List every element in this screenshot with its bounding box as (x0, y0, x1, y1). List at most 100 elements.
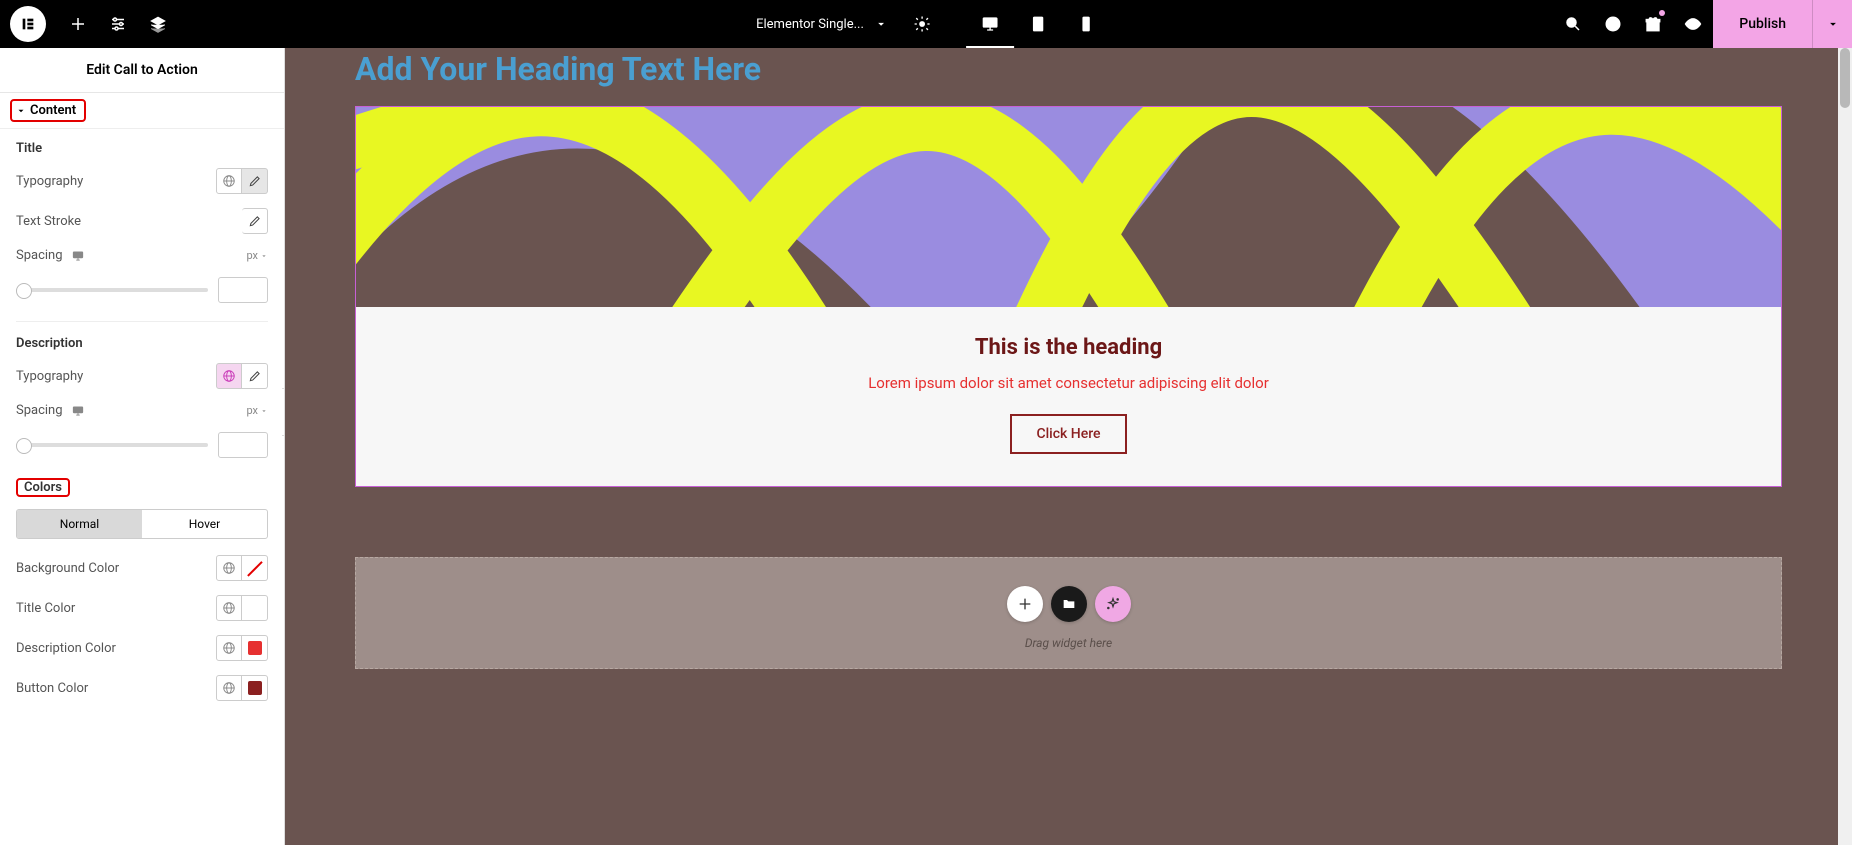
chevron-down-icon (260, 252, 268, 260)
no-color-swatch (248, 561, 262, 575)
title-spacing-input[interactable] (218, 277, 268, 303)
elementor-logo[interactable] (10, 6, 46, 42)
title-typography-row: Typography (16, 168, 268, 194)
desc-color-picker-button[interactable] (242, 635, 268, 661)
colors-state-tabs: Normal Hover (16, 509, 268, 539)
desc-spacing-input[interactable] (218, 432, 268, 458)
title-color-label: Title Color (16, 601, 75, 616)
bg-color-picker-button[interactable] (242, 555, 268, 581)
title-color-global-button[interactable] (216, 595, 242, 621)
title-spacing-slider[interactable] (16, 288, 208, 292)
gift-icon (1644, 15, 1662, 33)
typography-edit-button[interactable] (242, 168, 268, 194)
publish-button[interactable]: Publish (1713, 0, 1812, 48)
layers-icon (149, 15, 167, 33)
desc-spacing-unit-selector[interactable]: px (246, 404, 268, 417)
device-mobile-tab[interactable] (1062, 0, 1110, 48)
button-color-picker-button[interactable] (242, 675, 268, 701)
topbar-left (0, 0, 178, 48)
globe-icon (222, 561, 236, 575)
device-desktop-tab[interactable] (966, 0, 1014, 48)
panel-title: Edit Call to Action (0, 48, 284, 93)
button-color-global-button[interactable] (216, 675, 242, 701)
app-topbar: Elementor Single... (0, 0, 1852, 48)
document-title: Elementor Single... (756, 17, 864, 32)
title-group-label: Title (16, 141, 268, 156)
pencil-icon (248, 369, 262, 383)
add-widget-button[interactable] (1007, 586, 1043, 622)
desc-spacing-slider[interactable] (16, 443, 208, 447)
cta-abstract-image (356, 107, 1781, 307)
button-color-label: Button Color (16, 681, 88, 696)
title-spacing-slider-row (16, 277, 268, 303)
pencil-icon (248, 214, 262, 228)
desc-color-row: Description Color (16, 635, 268, 661)
device-tablet-tab[interactable] (1014, 0, 1062, 48)
cta-description: Lorem ipsum dolor sit amet consectetur a… (376, 374, 1761, 392)
desc-spacing-row: Spacing px (16, 403, 268, 418)
typography-global-button[interactable] (216, 168, 242, 194)
globe-icon (222, 601, 236, 615)
spacing-unit: px (246, 249, 258, 262)
add-template-button[interactable] (1051, 586, 1087, 622)
empty-container-dropzone[interactable]: Drag widget here (355, 557, 1782, 669)
document-title-dropdown[interactable]: Elementor Single... (742, 17, 902, 32)
title-color-swatch (248, 601, 262, 615)
preview-button[interactable] (1673, 0, 1713, 48)
title-color-picker-button[interactable] (242, 595, 268, 621)
description-group-label: Description (16, 336, 268, 351)
finder-button[interactable] (1553, 0, 1593, 48)
bg-color-label: Background Color (16, 561, 119, 576)
spacing-unit-selector[interactable]: px (246, 249, 268, 262)
colors-group-label: Colors (16, 478, 70, 497)
heading-widget[interactable]: Add Your Heading Text Here (355, 50, 1782, 88)
sliders-icon (109, 15, 127, 33)
ai-generate-button[interactable] (1095, 586, 1131, 622)
gear-icon (913, 15, 931, 33)
tablet-icon (1029, 15, 1047, 33)
globe-icon (222, 174, 236, 188)
main-layout: Edit Call to Action Content Title Typogr… (0, 48, 1852, 845)
topbar-right: Publish (1553, 0, 1852, 48)
help-button[interactable] (1593, 0, 1633, 48)
desc-color-label: Description Color (16, 641, 116, 656)
colors-tab-hover[interactable]: Hover (142, 510, 267, 538)
desc-typography-global-button[interactable] (216, 363, 242, 389)
cta-content-area: This is the heading Lorem ipsum dolor si… (356, 307, 1781, 486)
bg-color-global-button[interactable] (216, 555, 242, 581)
desc-color-global-button[interactable] (216, 635, 242, 661)
eye-icon (1684, 15, 1702, 33)
title-spacing-row: Spacing px (16, 248, 268, 263)
scrollbar-thumb[interactable] (1840, 48, 1850, 108)
text-stroke-row: Text Stroke (16, 208, 268, 234)
desktop-icon (71, 249, 85, 263)
desc-spacing-label: Spacing (16, 403, 63, 418)
cta-title: This is the heading (376, 335, 1761, 360)
colors-tab-normal[interactable]: Normal (17, 510, 142, 538)
caret-down-icon (16, 106, 26, 116)
desc-typography-edit-button[interactable] (242, 363, 268, 389)
site-settings-button[interactable] (98, 0, 138, 48)
help-icon (1604, 15, 1622, 33)
publish-options-button[interactable] (1812, 0, 1852, 48)
cta-widget[interactable]: This is the heading Lorem ipsum dolor si… (355, 106, 1782, 487)
whats-new-button[interactable] (1633, 0, 1673, 48)
chevron-down-icon (260, 407, 268, 415)
desc-spacing-slider-row (16, 432, 268, 458)
editor-canvas[interactable]: Add Your Heading Text Here This is the h… (285, 48, 1852, 845)
globe-icon (222, 641, 236, 655)
globe-icon (222, 369, 236, 383)
section-content-header[interactable]: Content (0, 93, 284, 129)
page-settings-button[interactable] (902, 0, 942, 48)
canvas-scrollbar[interactable] (1838, 48, 1852, 845)
structure-button[interactable] (138, 0, 178, 48)
text-stroke-edit-button[interactable] (242, 208, 268, 234)
chevron-down-icon (1826, 17, 1840, 31)
folder-icon (1061, 596, 1077, 612)
publish-label: Publish (1739, 16, 1786, 32)
editor-panel: Edit Call to Action Content Title Typogr… (0, 48, 285, 845)
desktop-icon (981, 15, 999, 33)
add-element-button[interactable] (58, 0, 98, 48)
cta-button[interactable]: Click Here (1010, 414, 1126, 454)
dropzone-action-buttons (356, 586, 1781, 622)
